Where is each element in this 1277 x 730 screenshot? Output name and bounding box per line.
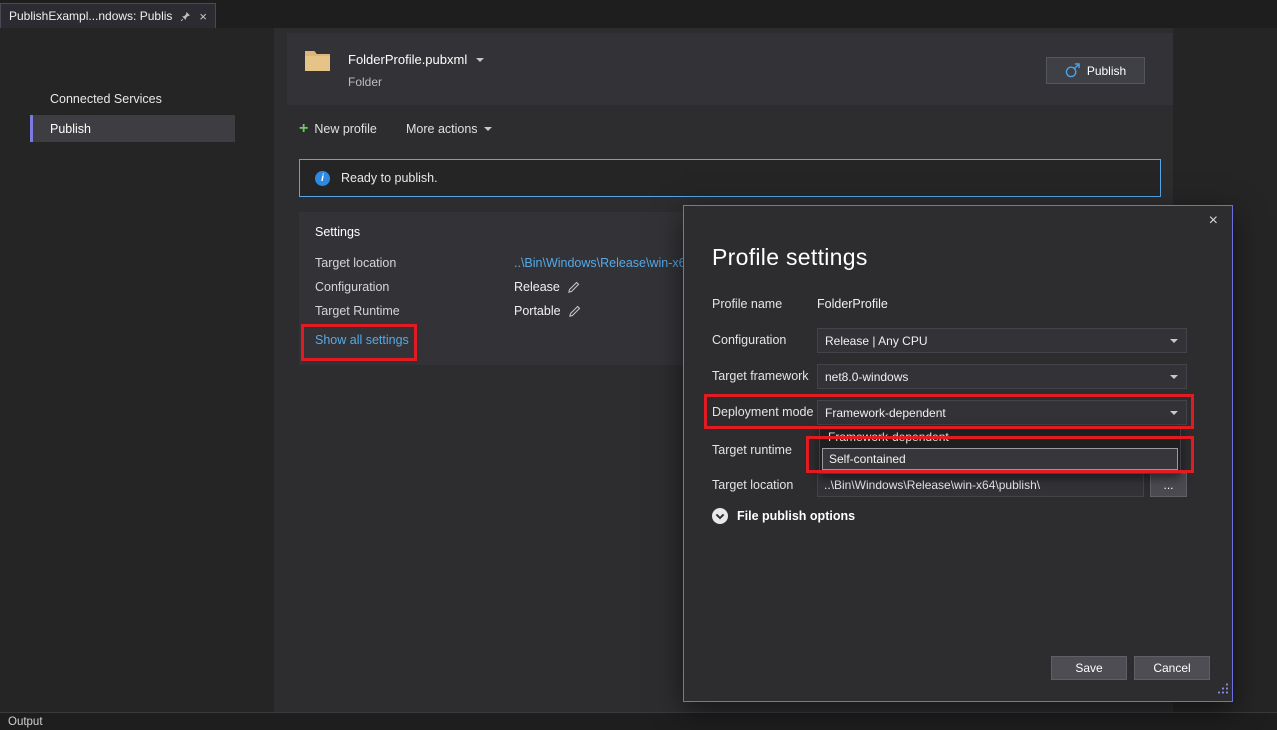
settings-title: Settings	[315, 225, 360, 239]
show-all-settings-link[interactable]: Show all settings	[315, 333, 409, 347]
dialog-title: Profile settings	[712, 244, 868, 271]
profile-name-value: FolderProfile	[817, 297, 888, 311]
new-profile-label: New profile	[314, 122, 377, 136]
folder-icon	[304, 49, 331, 77]
publish-button-label: Publish	[1087, 64, 1126, 78]
profile-selector[interactable]: FolderProfile.pubxml	[348, 52, 484, 67]
target-location-label: Target location	[712, 478, 793, 492]
resize-grip[interactable]	[1217, 681, 1229, 699]
edit-pencil-icon[interactable]	[568, 305, 581, 318]
target-framework-label: Target framework	[712, 369, 809, 383]
target-runtime-label: Target runtime	[712, 443, 792, 457]
target-location-value[interactable]: ..\Bin\Windows\Release\win-x6	[514, 256, 686, 270]
sidebar-item-connected-services[interactable]: Connected Services	[30, 85, 235, 112]
publish-icon	[1065, 63, 1080, 78]
publish-button[interactable]: Publish	[1046, 57, 1145, 84]
configuration-label: Configuration	[712, 333, 786, 347]
deployment-mode-dropdown-value: Framework-dependent	[825, 406, 946, 420]
chevron-down-icon	[476, 58, 484, 62]
profile-name: FolderProfile.pubxml	[348, 52, 467, 67]
chevron-down-icon	[1170, 375, 1178, 379]
close-icon[interactable]: ×	[199, 10, 207, 23]
tab-title: PublishExampl...ndows: Publish	[9, 9, 172, 23]
target-framework-dropdown-value: net8.0-windows	[825, 370, 908, 384]
new-profile-button[interactable]: + New profile	[299, 118, 377, 140]
edit-pencil-icon[interactable]	[567, 281, 580, 294]
configuration-dropdown-value: Release | Any CPU	[825, 334, 928, 348]
chevron-down-icon	[484, 127, 492, 131]
chevron-down-icon	[1170, 411, 1178, 415]
more-actions-button[interactable]: More actions	[406, 118, 492, 140]
deployment-mode-dropdown-list: Framework-dependent Self-contained	[819, 426, 1181, 474]
target-location-label: Target location	[315, 256, 396, 270]
deployment-mode-dropdown[interactable]: Framework-dependent	[817, 400, 1187, 425]
dropdown-option-framework-dependent[interactable]: Framework-dependent	[820, 427, 1180, 447]
configuration-dropdown[interactable]: Release | Any CPU	[817, 328, 1187, 353]
target-location-input[interactable]	[817, 473, 1144, 497]
ready-banner: i Ready to publish.	[299, 159, 1161, 197]
dropdown-option-self-contained[interactable]: Self-contained	[822, 448, 1178, 470]
profile-header	[287, 33, 1173, 105]
profile-settings-dialog: × Profile settings Profile name FolderPr…	[683, 205, 1233, 702]
target-runtime-text: Portable	[514, 304, 561, 318]
more-actions-label: More actions	[406, 122, 478, 136]
output-tab[interactable]: Output	[8, 716, 43, 728]
pin-icon[interactable]	[180, 11, 191, 22]
publish-sidebar: Connected Services Publish	[0, 28, 274, 712]
file-publish-options-label: File publish options	[737, 509, 855, 523]
info-icon: i	[315, 171, 330, 186]
save-button[interactable]: Save	[1051, 656, 1127, 680]
profile-name-label: Profile name	[712, 297, 782, 311]
deployment-mode-label: Deployment mode	[712, 405, 813, 419]
profile-type-label: Folder	[348, 75, 382, 89]
close-icon[interactable]: ×	[1209, 213, 1218, 229]
configuration-text: Release	[514, 280, 560, 294]
target-framework-dropdown[interactable]: net8.0-windows	[817, 364, 1187, 389]
file-publish-options-expander[interactable]: File publish options	[711, 507, 855, 525]
plus-icon: +	[299, 121, 308, 137]
configuration-label: Configuration	[315, 280, 389, 294]
configuration-value: Release	[514, 280, 580, 294]
browse-button[interactable]: ...	[1150, 473, 1187, 497]
publish-document-tab[interactable]: PublishExampl...ndows: Publish ×	[0, 3, 216, 28]
sidebar-item-publish[interactable]: Publish	[30, 115, 235, 142]
output-panel-header: Output	[0, 712, 1277, 730]
target-runtime-label: Target Runtime	[315, 304, 400, 318]
document-tab-bar: PublishExampl...ndows: Publish ×	[0, 0, 1277, 28]
banner-message: Ready to publish.	[341, 171, 438, 185]
target-runtime-value: Portable	[514, 304, 581, 318]
cancel-button[interactable]: Cancel	[1134, 656, 1210, 680]
chevron-circle-icon	[711, 507, 729, 525]
chevron-down-icon	[1170, 339, 1178, 343]
